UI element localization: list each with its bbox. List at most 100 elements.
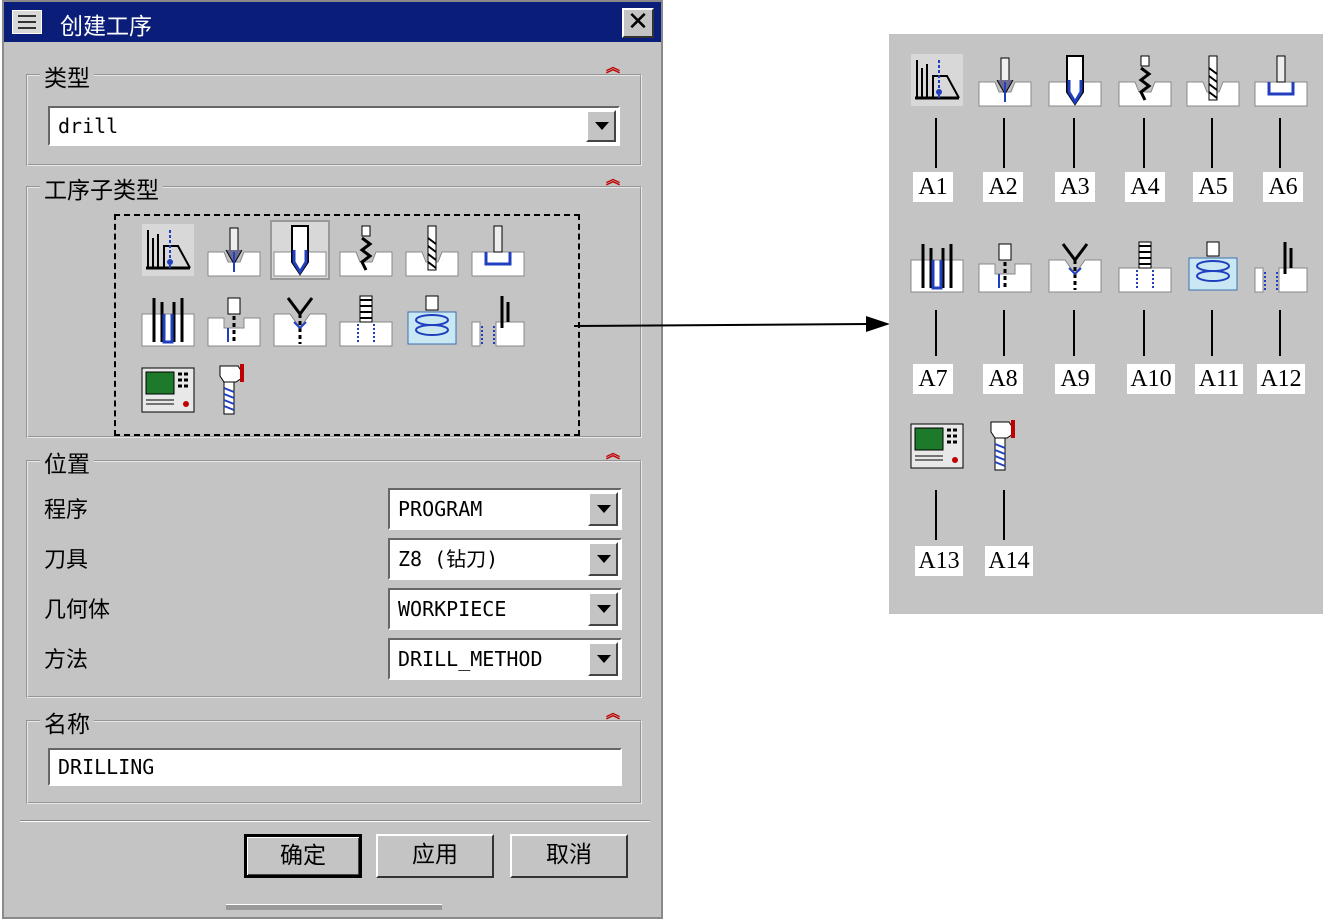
tool-value: Z8 (钻刀) bbox=[398, 547, 499, 571]
apply-button[interactable]: 应用 bbox=[376, 834, 494, 878]
create-operation-dialog: 创建工序 ✕ 类型 ︽ drill 工序子类型 ︽ 位置 ︽ 程序 PROGRA… bbox=[2, 0, 663, 919]
legend-label-a12: A12 bbox=[1257, 364, 1305, 394]
legend-label-a10: A10 bbox=[1127, 364, 1175, 394]
subtype-icon-9[interactable] bbox=[272, 292, 328, 348]
legend-icon-8 bbox=[977, 238, 1033, 294]
method-select[interactable]: DRILL_METHOD bbox=[388, 638, 622, 680]
subtype-icon-2[interactable] bbox=[206, 222, 262, 278]
legend-leader-line bbox=[1003, 118, 1005, 168]
legend-leader-line bbox=[935, 490, 937, 540]
subtype-icon-14[interactable] bbox=[206, 362, 262, 418]
geometry-value: WORKPIECE bbox=[398, 597, 507, 621]
legend-leader-line bbox=[1073, 118, 1075, 168]
legend-leader-line bbox=[1003, 490, 1005, 540]
method-value: DRILL_METHOD bbox=[398, 647, 543, 671]
type-group: 类型 ︽ drill bbox=[26, 59, 642, 166]
subtype-icon-3[interactable] bbox=[270, 220, 330, 280]
chevron-down-icon[interactable] bbox=[586, 110, 616, 142]
close-button[interactable]: ✕ bbox=[622, 8, 654, 38]
subtype-icon-11[interactable] bbox=[404, 292, 460, 348]
legend-label-a13: A13 bbox=[915, 546, 963, 576]
legend-icon-4 bbox=[1117, 52, 1173, 108]
legend-icon-7 bbox=[909, 238, 965, 294]
legend-leader-line bbox=[1279, 118, 1281, 168]
subtype-icon-5[interactable] bbox=[404, 222, 460, 278]
legend-icon-10 bbox=[1117, 238, 1173, 294]
subtype-icon-12[interactable] bbox=[470, 292, 526, 348]
subtype-icon-7[interactable] bbox=[140, 292, 196, 348]
collapse-subtype-icon[interactable]: ︽ bbox=[604, 173, 622, 187]
location-group-title: 位置 bbox=[40, 445, 94, 479]
legend-icon-11 bbox=[1185, 238, 1241, 294]
legend-icon-12 bbox=[1253, 238, 1309, 294]
legend-leader-line bbox=[1279, 310, 1281, 356]
connector-arrow bbox=[574, 316, 890, 332]
geometry-label: 几何体 bbox=[44, 598, 111, 623]
type-select[interactable]: drill bbox=[48, 106, 620, 146]
collapse-location-icon[interactable]: ︽ bbox=[604, 447, 622, 461]
cancel-button[interactable]: 取消 bbox=[510, 834, 628, 878]
legend-label-a8: A8 bbox=[983, 364, 1023, 394]
tool-select[interactable]: Z8 (钻刀) bbox=[388, 538, 622, 580]
geometry-select[interactable]: WORKPIECE bbox=[388, 588, 622, 630]
legend-icon-9 bbox=[1047, 238, 1103, 294]
subtype-icon-1[interactable] bbox=[140, 222, 196, 278]
legend-icon-5 bbox=[1185, 52, 1241, 108]
legend-leader-line bbox=[1143, 310, 1145, 356]
collapse-name-icon[interactable]: ︽ bbox=[604, 707, 622, 721]
ok-button[interactable]: 确定 bbox=[244, 834, 362, 878]
legend-leader-line bbox=[935, 310, 937, 356]
legend-label-a11: A11 bbox=[1195, 364, 1243, 394]
icon-legend-panel: A1 A2 A3 A4 A5 A6 A7 A8 A9 A10 A11 A12 A13 A14 bbox=[889, 34, 1323, 614]
legend-leader-line bbox=[1003, 310, 1005, 356]
legend-leader-line bbox=[1211, 118, 1213, 168]
legend-label-a5: A5 bbox=[1193, 172, 1233, 202]
program-label: 程序 bbox=[44, 498, 89, 523]
legend-leader-line bbox=[1211, 310, 1213, 356]
subtype-group: 工序子类型 ︽ bbox=[26, 171, 642, 438]
legend-label-a3: A3 bbox=[1055, 172, 1095, 202]
name-group: 名称 ︽ DRILLING bbox=[26, 705, 642, 804]
name-value: DRILLING bbox=[58, 755, 155, 779]
legend-label-a6: A6 bbox=[1263, 172, 1303, 202]
dialog-title: 创建工序 bbox=[60, 14, 152, 40]
legend-icon-1 bbox=[909, 52, 965, 108]
tool-label: 刀具 bbox=[44, 548, 89, 573]
resize-grip[interactable] bbox=[226, 904, 442, 910]
type-group-title: 类型 bbox=[40, 59, 94, 93]
program-value: PROGRAM bbox=[398, 497, 483, 521]
chevron-down-icon[interactable] bbox=[588, 542, 618, 576]
subtype-icon-4[interactable] bbox=[338, 222, 394, 278]
subtype-icon-10[interactable] bbox=[338, 292, 394, 348]
legend-label-a1: A1 bbox=[913, 172, 953, 202]
type-select-value: drill bbox=[58, 114, 119, 138]
subtype-icon-6[interactable] bbox=[470, 222, 526, 278]
legend-leader-line bbox=[935, 118, 937, 168]
method-label: 方法 bbox=[44, 648, 89, 673]
program-select[interactable]: PROGRAM bbox=[388, 488, 622, 530]
legend-leader-line bbox=[1073, 310, 1075, 356]
window-menu-icon[interactable] bbox=[12, 10, 42, 34]
legend-label-a9: A9 bbox=[1055, 364, 1095, 394]
legend-leader-line bbox=[1143, 118, 1145, 168]
chevron-down-icon[interactable] bbox=[588, 492, 618, 526]
subtype-icon-8[interactable] bbox=[206, 292, 262, 348]
name-input[interactable]: DRILLING bbox=[48, 748, 622, 786]
subtype-group-title: 工序子类型 bbox=[40, 171, 163, 205]
chevron-down-icon[interactable] bbox=[588, 642, 618, 676]
legend-label-a14: A14 bbox=[985, 546, 1033, 576]
legend-icon-2 bbox=[977, 52, 1033, 108]
legend-icon-6 bbox=[1253, 52, 1309, 108]
subtype-icon-13[interactable] bbox=[140, 362, 196, 418]
legend-label-a4: A4 bbox=[1125, 172, 1165, 202]
title-bar: 创建工序 ✕ bbox=[4, 2, 661, 42]
chevron-down-icon[interactable] bbox=[588, 592, 618, 626]
legend-label-a7: A7 bbox=[913, 364, 953, 394]
collapse-type-icon[interactable]: ︽ bbox=[604, 61, 622, 75]
separator bbox=[20, 820, 650, 822]
legend-icon-3 bbox=[1047, 52, 1103, 108]
legend-icon-14 bbox=[977, 418, 1033, 474]
legend-label-a2: A2 bbox=[983, 172, 1023, 202]
name-group-title: 名称 bbox=[40, 705, 94, 739]
legend-icon-13 bbox=[909, 418, 965, 474]
